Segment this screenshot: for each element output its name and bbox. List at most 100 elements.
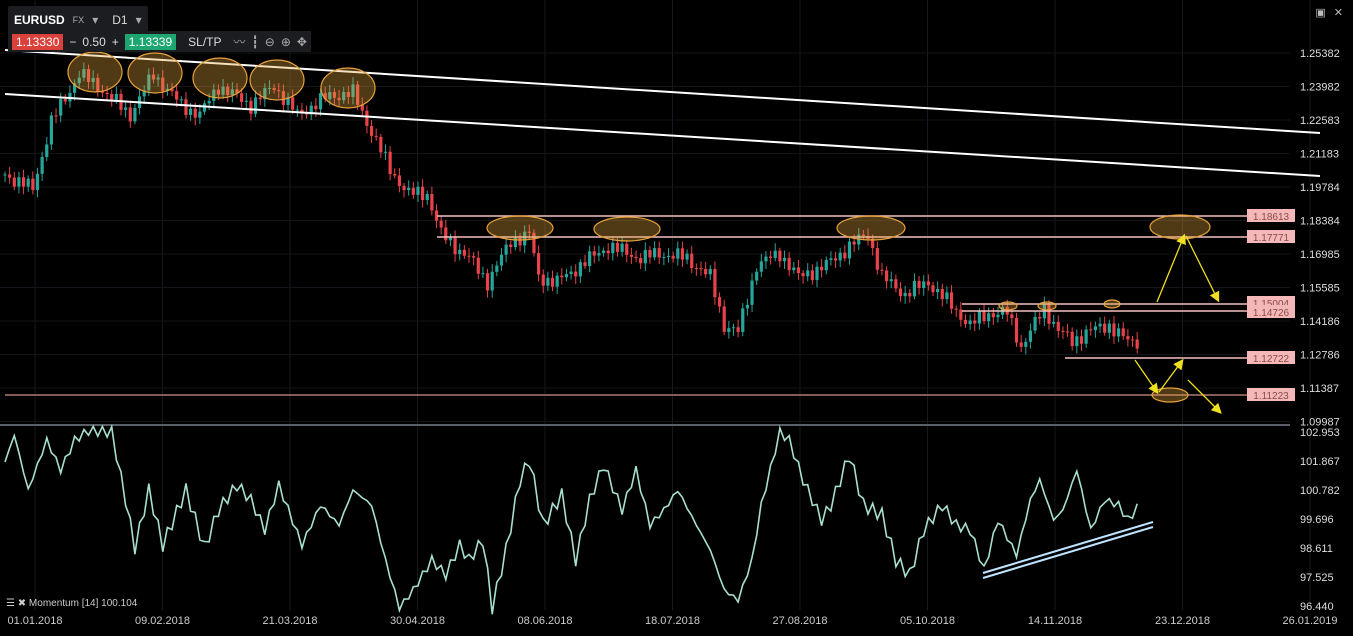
highlight-ellipse[interactable] [320,67,376,109]
arrow-up[interactable] [1158,358,1184,393]
x-tick-label: 18.07.2018 [645,615,700,627]
maximize-icon[interactable]: ▣ [1315,6,1325,19]
caret-down-icon[interactable]: ▾ [92,13,98,27]
menu-icon[interactable]: ☰ [6,598,15,609]
price-chart[interactable]: 1.186131.177711.150041.147261.127221.112… [0,0,1353,636]
arrows[interactable] [1134,233,1222,414]
candle-body [444,227,448,241]
candle-body [295,109,299,111]
candle-body [462,249,466,256]
y-tick-label: 1.14186 [1300,316,1340,328]
move-icon[interactable]: ✥ [297,35,307,49]
symbol-name[interactable]: EURUSD [14,13,65,27]
y-tick-label: 1.11387 [1300,383,1339,395]
candle-body [931,285,935,293]
candle-body [778,250,782,262]
arrow-down[interactable] [1187,379,1222,414]
candle-body [1084,329,1088,344]
arrow-up[interactable] [1156,233,1186,303]
highlight-ellipse[interactable] [486,215,554,241]
y-tick-label: 1.12786 [1300,350,1340,362]
candle-body [1024,341,1028,347]
level-label: 1.12722 [1253,354,1290,365]
candle-body [801,273,805,277]
arrow-down[interactable] [1185,235,1220,303]
indicator-label: Momentum [14] 100.104 [28,598,138,609]
highlight-ellipse[interactable] [67,51,123,93]
candle-body [806,270,810,277]
highlight-ellipse[interactable] [1151,387,1189,403]
highlight-ellipse[interactable] [998,301,1018,311]
candle-body [393,173,397,176]
candle-body [820,266,824,271]
candle-body [509,244,513,248]
line-chart-icon[interactable]: 〰 [234,33,246,50]
candle-body [708,268,712,275]
candle-body [1089,329,1093,331]
candle-body [639,258,643,264]
candle-body [717,297,722,307]
candle-body [787,257,791,271]
remove-indicator-icon[interactable]: ✖ [18,598,26,609]
candle-body [476,257,480,274]
candle-body [908,292,912,297]
minus-button[interactable]: − [69,35,76,49]
trendline-lower[interactable] [4,93,1321,177]
candle-body [453,237,457,255]
chevron-down-icon[interactable]: ▾ [136,13,142,27]
candle-body [903,292,907,297]
timeframe[interactable]: D1 [112,13,127,27]
momentum-tick-label: 98.611 [1300,543,1333,555]
candle-body [968,320,972,325]
candle-body [592,251,596,256]
arrow-down[interactable] [1134,359,1159,395]
ellipses[interactable] [67,51,1211,403]
market-type[interactable]: FX [73,15,85,25]
momentum-trendline[interactable] [982,526,1154,579]
highlight-ellipse[interactable] [1103,299,1121,309]
highlight-ellipse[interactable] [1037,301,1057,311]
close-icon[interactable]: ✕ [1334,6,1343,19]
highlight-ellipse[interactable] [127,52,183,94]
plus-button[interactable]: + [112,35,119,49]
x-tick-label: 26.01.2019 [1282,615,1337,627]
candle-body [574,271,578,277]
candle-body [467,255,471,257]
zoom-in-icon[interactable]: ⊕ [281,35,291,49]
candle-body [843,252,847,259]
buy-button[interactable]: 1.13339 [124,33,177,50]
y-tick-label: 1.15585 [1300,283,1340,295]
highlight-ellipse[interactable] [836,215,906,241]
candle-body [1065,331,1070,333]
candle-body [643,249,647,264]
candle-body [653,248,657,258]
candle-body [815,266,819,281]
y-tick-label: 1.22583 [1300,115,1340,127]
momentum-trendline[interactable] [982,521,1154,574]
candle-body [175,91,179,100]
trendlines[interactable] [4,49,1321,396]
candle-body [555,275,559,287]
x-tick-label: 09.02.2018 [135,615,190,627]
candles-icon[interactable]: ┇ [252,35,259,49]
candle-body [8,174,12,178]
candle-body [550,277,555,287]
sell-button[interactable]: 1.13330 [12,33,64,50]
candle-body [207,100,211,104]
candle-body [258,97,262,100]
level-labels: 1.186131.177711.150041.147261.127221.112… [1247,209,1295,402]
candle-body [1052,321,1056,324]
candle-body [1056,321,1060,331]
highlight-ellipse[interactable] [1149,214,1211,240]
highlight-ellipse[interactable] [249,59,305,101]
sltp-button[interactable]: SL/TP [188,35,221,49]
candle-body [704,268,708,275]
x-tick-label: 14.11.2018 [1028,615,1082,627]
candle-body [736,327,740,332]
zoom-out-icon[interactable]: ⊖ [265,35,275,49]
candle-body [244,100,248,102]
candle-body [824,259,828,271]
candle-body [731,327,736,329]
highlight-ellipse[interactable] [593,216,661,242]
highlight-ellipse[interactable] [192,57,248,99]
